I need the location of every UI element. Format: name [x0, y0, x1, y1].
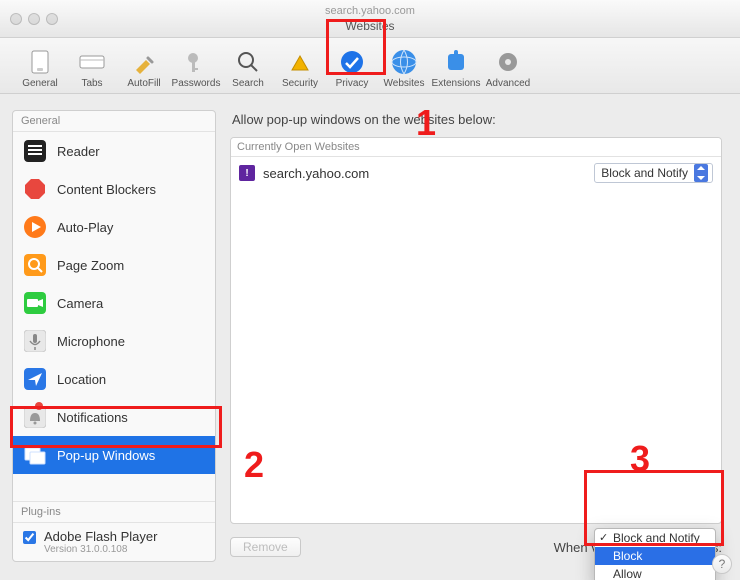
camera-icon	[23, 291, 47, 315]
sidebar-item-label: Content Blockers	[57, 182, 156, 197]
remove-button[interactable]: Remove	[230, 537, 301, 557]
annotation-callout-1: 1	[416, 102, 436, 144]
gear-icon	[495, 49, 521, 75]
sidebar-item-camera[interactable]: Camera	[13, 284, 215, 322]
sidebar-group-general: General	[13, 111, 215, 132]
content-pane: Allow pop-up windows on the websites bel…	[230, 110, 722, 562]
tab-privacy[interactable]: Privacy	[326, 49, 378, 93]
favicon-icon	[239, 165, 255, 181]
table-header: Currently Open Websites	[231, 138, 721, 157]
dropdown-option-block-and-notify[interactable]: Block and Notify	[595, 529, 715, 547]
extensions-icon	[443, 49, 469, 75]
privacy-icon	[339, 49, 365, 75]
key-icon	[183, 49, 209, 75]
tab-tabs[interactable]: Tabs	[66, 49, 118, 93]
plugin-version: Version 31.0.0.108	[44, 544, 157, 555]
annotation-callout-3: 3	[630, 438, 650, 480]
stepper-arrows-icon	[694, 164, 708, 182]
zoom-icon	[23, 253, 47, 277]
notification-badge	[35, 402, 43, 410]
microphone-icon	[23, 329, 47, 353]
sidebar-item-notifications[interactable]: Notifications	[13, 398, 215, 436]
plugin-enable-checkbox[interactable]	[23, 531, 36, 544]
play-icon	[23, 215, 47, 239]
stop-icon	[23, 177, 47, 201]
bell-icon	[23, 405, 47, 429]
dropdown-option-block[interactable]: Block	[595, 547, 715, 565]
help-button[interactable]: ?	[712, 554, 732, 574]
location-icon	[23, 367, 47, 391]
tab-security[interactable]: Security	[274, 49, 326, 93]
titlebar: search.yahoo.com Websites	[0, 0, 740, 38]
content-heading: Allow pop-up windows on the websites bel…	[232, 112, 720, 127]
window-url-hint: search.yahoo.com	[0, 4, 740, 18]
dropdown-option-allow[interactable]: Allow	[595, 565, 715, 580]
sidebar-item-label: Pop-up Windows	[57, 448, 155, 463]
window-title: search.yahoo.com Websites	[0, 4, 740, 33]
tab-passwords[interactable]: Passwords	[170, 49, 222, 93]
reader-icon	[23, 139, 47, 163]
sidebar-item-label: Notifications	[57, 410, 128, 425]
sidebar-group-plugins: Plug-ins	[13, 501, 215, 523]
sidebar-item-label: Location	[57, 372, 106, 387]
sidebar-item-label: Reader	[57, 144, 100, 159]
plugin-name: Adobe Flash Player	[44, 529, 157, 544]
tab-search[interactable]: Search	[222, 49, 274, 93]
autofill-icon	[131, 49, 157, 75]
sidebar-item-location[interactable]: Location	[13, 360, 215, 398]
tabs-icon	[79, 49, 105, 75]
sidebar-item-label: Page Zoom	[57, 258, 124, 273]
tab-advanced[interactable]: Advanced	[482, 49, 534, 93]
table-row[interactable]: search.yahoo.com Block and Notify	[231, 157, 721, 189]
globe-icon	[391, 49, 417, 75]
sidebar-item-label: Microphone	[57, 334, 125, 349]
security-icon	[287, 49, 313, 75]
sidebar-item-microphone[interactable]: Microphone	[13, 322, 215, 360]
site-name: search.yahoo.com	[263, 166, 586, 181]
site-policy-value: Block and Notify	[601, 166, 688, 180]
general-icon	[27, 49, 53, 75]
default-policy-dropdown[interactable]: Block and Notify Block Allow	[594, 528, 716, 580]
tab-autofill[interactable]: AutoFill	[118, 49, 170, 93]
sidebar: General Reader Content Blockers Auto-Pla…	[12, 110, 216, 562]
popup-icon	[23, 443, 47, 467]
sidebar-item-label: Auto-Play	[57, 220, 113, 235]
annotation-callout-2: 2	[244, 444, 264, 486]
sidebar-item-reader[interactable]: Reader	[13, 132, 215, 170]
tab-websites[interactable]: Websites	[378, 49, 430, 93]
sidebar-item-content-blockers[interactable]: Content Blockers	[13, 170, 215, 208]
window-subtitle: Websites	[0, 19, 740, 33]
preferences-toolbar: General Tabs AutoFill Passwords Search S…	[0, 38, 740, 94]
sidebar-item-page-zoom[interactable]: Page Zoom	[13, 246, 215, 284]
sidebar-item-label: Camera	[57, 296, 103, 311]
sidebar-item-popup-windows[interactable]: Pop-up Windows	[13, 436, 215, 474]
plugin-row-flash[interactable]: Adobe Flash Player Version 31.0.0.108	[13, 523, 215, 561]
tab-extensions[interactable]: Extensions	[430, 49, 482, 93]
preferences-window: search.yahoo.com Websites General Tabs A…	[0, 0, 740, 580]
tab-general[interactable]: General	[14, 49, 66, 93]
sidebar-item-auto-play[interactable]: Auto-Play	[13, 208, 215, 246]
site-policy-select[interactable]: Block and Notify	[594, 163, 713, 183]
search-icon	[235, 49, 261, 75]
